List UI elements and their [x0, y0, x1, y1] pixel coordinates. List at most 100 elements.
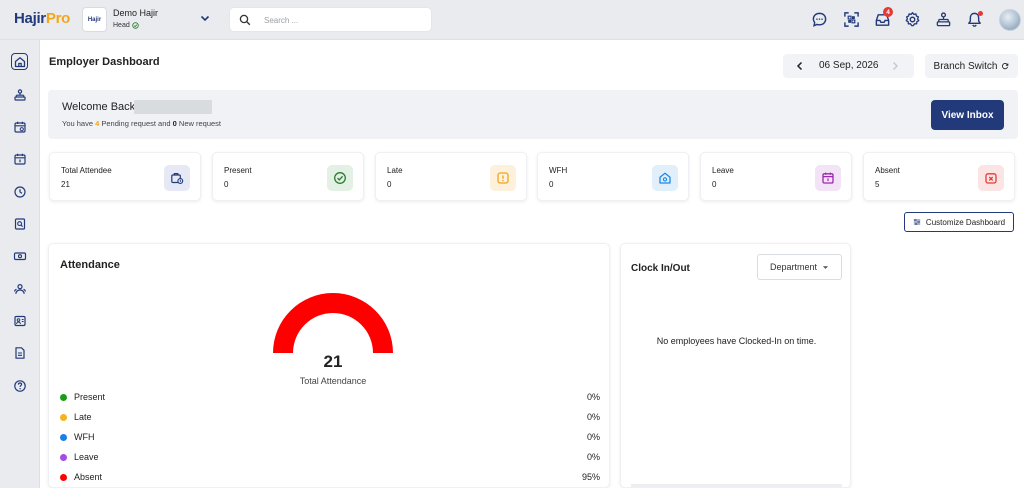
calendar-clock-icon — [13, 121, 26, 133]
refresh-icon — [1002, 63, 1009, 70]
qr-scan-button[interactable] — [843, 11, 860, 28]
legend-dot — [60, 474, 67, 481]
users-icon — [13, 283, 26, 294]
view-inbox-button[interactable]: View Inbox — [931, 100, 1004, 130]
inbox-count-badge: 4 — [883, 7, 893, 17]
attendance-card: Attendance 21 Total Attendance Present 0… — [48, 243, 610, 488]
main-content: Employer Dashboard 06 Sep, 2026 Branch S… — [40, 40, 1024, 488]
customize-dashboard-label: Customize Dashboard — [925, 217, 1006, 227]
clock-icon — [13, 185, 26, 198]
chat-button[interactable] — [811, 11, 828, 28]
hajir-pro-logo[interactable]: HajirPro — [14, 10, 70, 27]
legend-name: Present — [74, 392, 106, 402]
settings-button[interactable] — [904, 11, 921, 28]
check-circle-icon — [334, 172, 346, 184]
sidebar-item-documents[interactable] — [11, 344, 28, 361]
stat-label: Present — [224, 166, 252, 175]
stat-card-late[interactable]: Late 0 — [375, 152, 527, 201]
date-navigator: 06 Sep, 2026 — [783, 54, 914, 78]
stat-label: Absent — [875, 166, 900, 175]
sidebar-item-attendance-calendar[interactable] — [11, 118, 28, 135]
gear-icon — [905, 12, 920, 27]
chevron-down-icon[interactable] — [199, 12, 211, 24]
stat-icon-box — [978, 165, 1004, 191]
help-icon — [13, 379, 26, 392]
chevron-right-icon[interactable] — [889, 60, 901, 72]
sidebar-item-approvals[interactable] — [11, 312, 28, 329]
org-name: Demo Hajir — [113, 8, 159, 18]
clock-in-out-title: Clock In/Out — [631, 263, 690, 274]
attendance-title: Attendance — [60, 259, 120, 271]
legend-item-late: Late 0% — [60, 411, 600, 425]
home-icon — [14, 56, 25, 67]
caret-down-icon — [822, 265, 829, 269]
stat-value: 0 — [224, 180, 229, 189]
org-chart-icon — [13, 88, 26, 101]
department-select[interactable]: Department — [757, 254, 842, 280]
stat-card-wfh[interactable]: WFH 0 — [537, 152, 689, 201]
sidebar-item-employees[interactable] — [11, 280, 28, 297]
stat-card-leave[interactable]: Leave 0 — [700, 152, 852, 201]
sidebar-item-help[interactable] — [11, 377, 28, 394]
stat-icon-box — [164, 165, 190, 191]
alert-icon — [497, 172, 509, 184]
stat-icon-box — [490, 165, 516, 191]
scrollbar-track[interactable] — [631, 484, 842, 487]
stat-card-present[interactable]: Present 0 — [212, 152, 364, 201]
chevron-left-icon[interactable] — [794, 60, 806, 72]
id-card-icon — [13, 315, 26, 326]
stat-card-absent[interactable]: Absent 5 — [863, 152, 1015, 201]
department-select-label: Department — [769, 262, 818, 272]
sidebar-item-leave-calendar[interactable] — [11, 150, 28, 167]
document-search-icon — [14, 217, 25, 230]
welcome-banner: Welcome Back, You have 4 Pending request… — [48, 90, 1018, 139]
org-chart-button[interactable] — [935, 11, 952, 28]
money-icon — [13, 251, 26, 260]
stat-icon-box — [327, 165, 353, 191]
org-role: Head — [113, 22, 139, 29]
branch-switch-label: Branch Switch — [933, 60, 998, 72]
calendar-icon — [13, 153, 26, 165]
sidebar-item-home[interactable] — [11, 53, 28, 70]
calendar-icon — [822, 172, 834, 184]
search-icon — [239, 14, 251, 26]
notification-dot — [978, 11, 983, 16]
stat-icon-box — [815, 165, 841, 191]
org-chart-icon — [936, 12, 951, 27]
stat-label: Leave — [712, 166, 734, 175]
calendar-x-icon — [985, 173, 997, 184]
legend-percent: 0% — [586, 412, 600, 422]
document-icon — [14, 346, 25, 359]
legend-name: Late — [74, 412, 92, 422]
stat-card-total-attendee[interactable]: Total Attendee 21 — [49, 152, 201, 201]
user-name-redacted — [134, 100, 212, 114]
legend-dot — [60, 434, 67, 441]
verified-check-icon — [132, 22, 139, 29]
legend-dot — [60, 454, 67, 461]
legend-dot — [60, 414, 67, 421]
search-input[interactable] — [264, 12, 424, 28]
sidebar — [0, 40, 40, 488]
stat-value: 5 — [875, 180, 880, 189]
stat-icon-box — [652, 165, 678, 191]
welcome-greeting: Welcome Back, — [62, 101, 139, 113]
stat-value: 21 — [61, 180, 70, 189]
org-badge: Hajir — [82, 7, 107, 32]
sliders-icon — [913, 218, 921, 226]
current-date[interactable]: 06 Sep, 2026 — [819, 60, 879, 71]
avatar[interactable] — [999, 9, 1021, 31]
customize-dashboard-button[interactable]: Customize Dashboard — [904, 212, 1014, 232]
summary-suffix: New request — [176, 119, 222, 128]
sidebar-item-reports[interactable] — [11, 215, 28, 232]
legend-percent: 0% — [586, 452, 600, 462]
legend-item-present: Present 0% — [60, 391, 600, 405]
legend-item-wfh: WFH 0% — [60, 431, 600, 445]
branch-switch-button[interactable]: Branch Switch — [925, 54, 1018, 78]
stat-value: 0 — [549, 180, 554, 189]
legend-name: Absent — [74, 472, 103, 482]
sidebar-item-payroll[interactable] — [11, 247, 28, 264]
sidebar-item-timesheet[interactable] — [11, 183, 28, 200]
attendance-gauge — [273, 293, 393, 353]
pending-summary: You have 4 Pending request and 0 New req… — [62, 119, 221, 128]
sidebar-item-organization[interactable] — [11, 86, 28, 103]
